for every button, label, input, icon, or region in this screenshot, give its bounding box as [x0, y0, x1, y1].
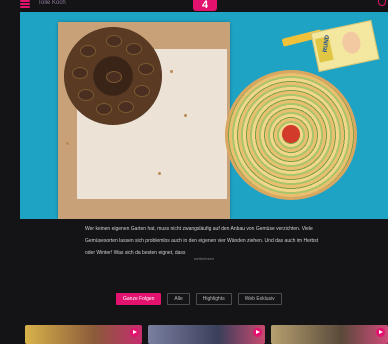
- episode-thumbnail[interactable]: [148, 325, 265, 344]
- tab-full-episodes[interactable]: Ganze Folgen: [116, 293, 162, 305]
- search-icon[interactable]: [378, 0, 386, 6]
- cutting-board: [58, 22, 230, 219]
- tab-all[interactable]: Alle: [167, 293, 190, 305]
- read-more-link[interactable]: weiterlesen: [20, 256, 388, 261]
- brand-text[interactable]: Tolle Koch: [38, 0, 66, 7]
- top-bar: Tolle Koch 4: [0, 0, 388, 11]
- logo[interactable]: 4: [193, 0, 217, 11]
- ingredient-package: RUND: [310, 19, 380, 73]
- menu-icon[interactable]: [20, 0, 30, 8]
- tab-web-exclusive[interactable]: Web Exklusiv: [237, 293, 282, 305]
- play-icon: [130, 328, 139, 337]
- episode-thumbnails: [25, 325, 388, 344]
- filter-tabs: Ganze Folgen Alle Highlights Web Exklusi…: [116, 293, 282, 305]
- vegetable-tart: [225, 70, 357, 200]
- tab-highlights[interactable]: Highlights: [195, 293, 232, 305]
- episode-thumbnail[interactable]: [25, 325, 142, 344]
- play-icon: [253, 328, 262, 337]
- episode-thumbnail[interactable]: [271, 325, 388, 344]
- play-icon: [376, 328, 385, 337]
- hero-image[interactable]: RUND: [20, 12, 388, 219]
- episode-description: Wer keinen eigenen Garten hat, muss nich…: [85, 226, 319, 256]
- plum-tart: [64, 27, 162, 125]
